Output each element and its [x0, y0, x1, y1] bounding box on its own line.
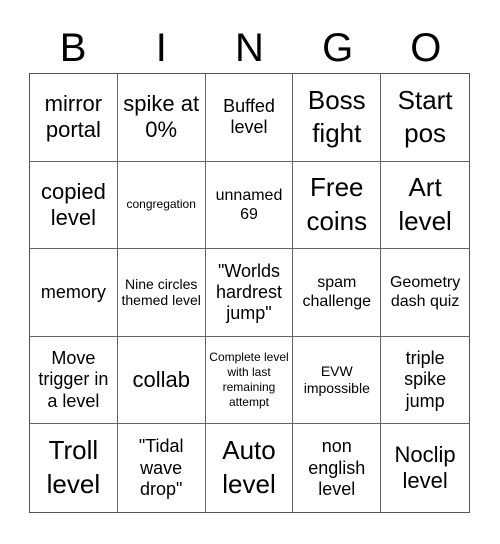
- bingo-cell[interactable]: Nine circles themed level: [117, 249, 206, 337]
- header-letter-g: G: [322, 26, 354, 70]
- bingo-cell[interactable]: spam challenge: [293, 249, 382, 337]
- header-letter-i: I: [155, 26, 167, 70]
- header-letter-b: B: [59, 26, 87, 70]
- bingo-cell[interactable]: EVW impossible: [293, 336, 382, 425]
- bingo-cell[interactable]: Move trigger in a level: [30, 336, 118, 425]
- bingo-cell[interactable]: Noclip level: [381, 424, 469, 512]
- bingo-cell[interactable]: Buffed level: [205, 74, 294, 162]
- bingo-grid: mirror portal spike at 0% Buffed level B…: [29, 73, 470, 513]
- bingo-cell[interactable]: memory: [30, 249, 118, 337]
- bingo-cell[interactable]: Start pos: [381, 74, 469, 162]
- bingo-cell[interactable]: congregation: [117, 161, 206, 250]
- bingo-cell[interactable]: Complete level with last remaining attem…: [205, 336, 294, 425]
- bingo-cell[interactable]: spike at 0%: [117, 74, 206, 162]
- bingo-cell[interactable]: Boss fight: [293, 74, 382, 162]
- bingo-cell[interactable]: unnamed 69: [205, 161, 294, 250]
- bingo-cell[interactable]: triple spike jump: [381, 337, 469, 425]
- bingo-cell[interactable]: collab: [117, 336, 206, 425]
- header-letter-o: O: [410, 26, 442, 70]
- bingo-cell[interactable]: Free coins: [293, 161, 382, 250]
- bingo-cell[interactable]: copied level: [30, 161, 118, 250]
- bingo-cell[interactable]: mirror portal: [30, 74, 118, 162]
- bingo-cell[interactable]: Art level: [381, 162, 469, 250]
- bingo-cell[interactable]: "Tidal wave drop": [118, 424, 206, 512]
- bingo-cell[interactable]: Auto level: [206, 424, 294, 512]
- bingo-cell[interactable]: non english level: [293, 424, 382, 512]
- bingo-cell[interactable]: "Worlds hardrest jump": [205, 249, 294, 337]
- bingo-cell[interactable]: Geometry dash quiz: [381, 249, 469, 337]
- bingo-header: B I N G O: [29, 24, 470, 72]
- bingo-cell[interactable]: Troll level: [30, 424, 118, 512]
- header-letter-n: N: [235, 26, 264, 70]
